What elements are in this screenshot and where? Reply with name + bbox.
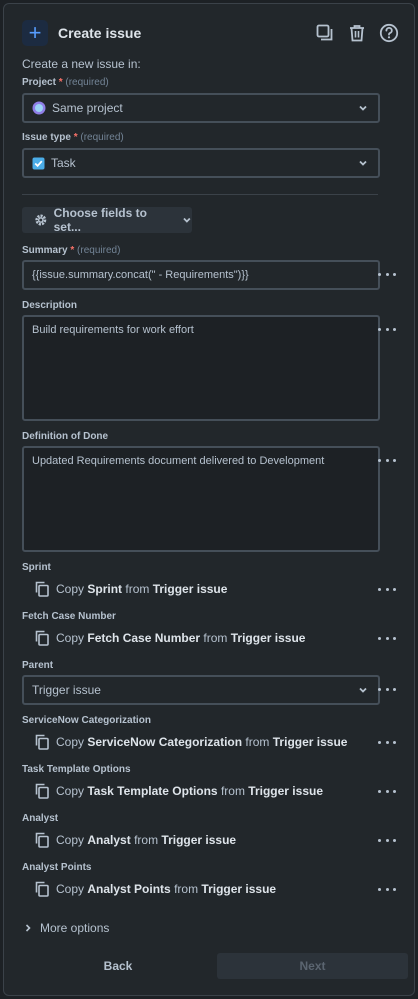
analyst-more-icon[interactable] (378, 833, 396, 847)
analyst-points-label: Analyst Points (22, 862, 92, 873)
gear-icon (35, 214, 47, 226)
chevron-right-icon (25, 924, 31, 932)
duplicate-icon[interactable] (314, 22, 336, 44)
fetch-case-number-more-icon[interactable] (378, 631, 396, 645)
definition-of-done-textarea[interactable]: Updated Requirements document delivered … (22, 446, 380, 552)
more-options-toggle[interactable]: More options (24, 921, 109, 935)
copy-icon (35, 734, 49, 750)
project-avatar-icon (32, 101, 46, 115)
fetch-case-number-label: Fetch Case Number (22, 611, 116, 622)
copy-icon (35, 581, 49, 597)
next-button[interactable]: Next (217, 953, 408, 979)
more-options-label: More options (40, 921, 110, 935)
create-subtitle: Create a new issue in: (22, 57, 141, 71)
copy-icon (35, 630, 49, 646)
choose-fields-label: Choose fields to set... (53, 206, 147, 234)
sprint-copy-value[interactable]: Copy Sprint from Trigger issue (34, 580, 227, 598)
choose-fields-button[interactable]: Choose fields to set... (22, 206, 192, 234)
project-value: Same project (52, 101, 123, 115)
servicenow-categorization-more-icon[interactable] (378, 735, 396, 749)
panel-title: Create issue (58, 25, 142, 41)
definition-of-done-label: Definition of Done (22, 431, 109, 442)
description-textarea[interactable]: Build requirements for work effort (22, 315, 380, 421)
definition-of-done-more-icon[interactable] (378, 453, 396, 467)
summary-more-icon[interactable] (378, 267, 396, 281)
help-icon[interactable] (378, 22, 400, 44)
parent-label: Parent (22, 660, 54, 671)
parent-value: Trigger issue (32, 683, 101, 697)
task-template-options-copy-value[interactable]: Copy Task Template Options from Trigger … (34, 782, 323, 800)
task-template-options-label: Task Template Options (22, 764, 131, 775)
chevron-down-icon (359, 105, 367, 111)
back-button[interactable]: Back (22, 953, 214, 979)
issue-type-value: Task (51, 156, 76, 170)
description-label: Description (22, 300, 78, 311)
chevron-down-icon (183, 217, 191, 223)
copy-icon (35, 783, 49, 799)
issue-type-label: Issue type * (required) (22, 132, 124, 143)
summary-label: Summary * (required) (22, 245, 121, 256)
header-actions (314, 22, 400, 44)
sprint-label: Sprint (22, 562, 51, 573)
task-template-options-more-icon[interactable] (378, 784, 396, 798)
analyst-label: Analyst (22, 813, 59, 824)
create-issue-panel: + Create issue Create a new issue in: Pr… (3, 3, 415, 996)
sprint-more-icon[interactable] (378, 582, 396, 596)
analyst-points-copy-value[interactable]: Copy Analyst Points from Trigger issue (34, 880, 276, 898)
task-icon (32, 157, 45, 169)
analyst-copy-value[interactable]: Copy Analyst from Trigger issue (34, 831, 236, 849)
project-select[interactable]: Same project (22, 93, 380, 123)
parent-select[interactable]: Trigger issue (22, 675, 380, 705)
issue-type-select[interactable]: Task (22, 148, 380, 178)
parent-more-icon[interactable] (378, 682, 396, 696)
plus-icon: + (22, 20, 48, 46)
chevron-down-icon (359, 687, 367, 693)
chevron-down-icon (359, 160, 367, 166)
analyst-points-more-icon[interactable] (378, 882, 396, 896)
trash-icon[interactable] (346, 22, 368, 44)
copy-icon (35, 832, 49, 848)
copy-icon (35, 881, 49, 897)
project-label: Project * (required) (22, 77, 109, 88)
servicenow-categorization-copy-value[interactable]: Copy ServiceNow Categorization from Trig… (34, 733, 347, 751)
panel-header: + Create issue (22, 18, 400, 48)
fetch-case-number-copy-value[interactable]: Copy Fetch Case Number from Trigger issu… (34, 629, 305, 647)
summary-input[interactable]: {{issue.summary.concat(" - Requirements"… (22, 260, 380, 290)
divider (22, 194, 378, 195)
servicenow-categorization-label: ServiceNow Categorization (22, 715, 151, 726)
description-more-icon[interactable] (378, 322, 396, 336)
